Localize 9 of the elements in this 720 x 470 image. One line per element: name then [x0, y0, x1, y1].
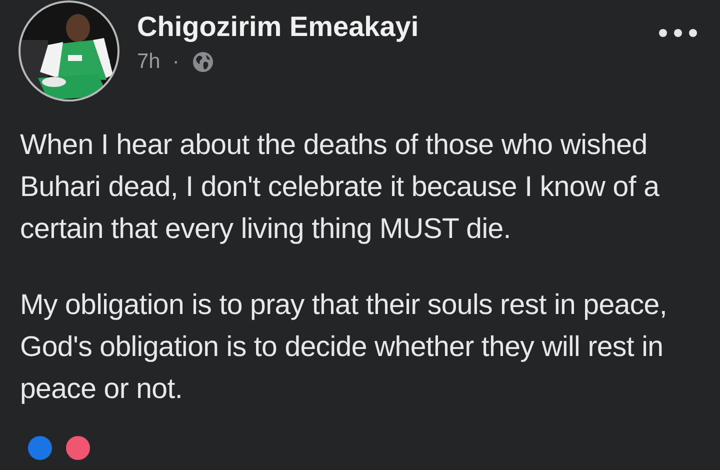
author-name[interactable]: Chigozirim Emeakayi — [137, 10, 658, 44]
like-reaction-icon — [28, 436, 52, 460]
separator-dot: · — [172, 50, 180, 74]
love-reaction-icon — [66, 436, 90, 460]
post-paragraph: My obligation is to pray that their souls rest in peace, God's obligation is to decide whether they will rest in peace or not. — [20, 288, 668, 407]
more-options-icon[interactable] — [658, 28, 698, 38]
globe-icon — [191, 50, 216, 74]
post-paragraph: When I hear about the deaths of those who wished Buhari dead, I don't celebrate it because I know of a certain that every living thing MUST die. — [20, 128, 660, 247]
post-time[interactable]: 7h — [137, 50, 160, 74]
